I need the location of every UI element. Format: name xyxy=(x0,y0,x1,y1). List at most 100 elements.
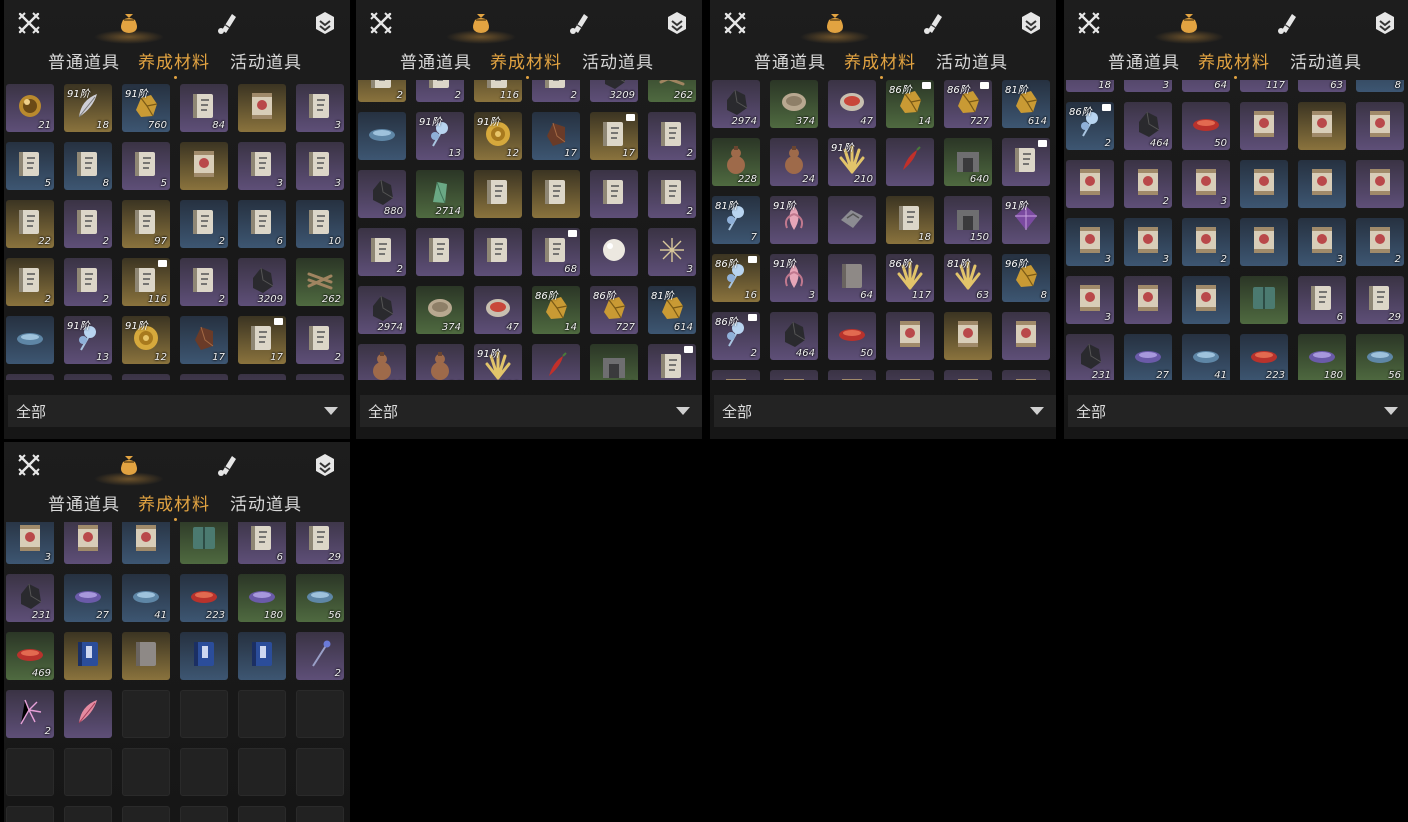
item-slot[interactable] xyxy=(828,370,876,380)
item-slot[interactable]: 262 xyxy=(648,80,696,102)
pouch-icon[interactable] xyxy=(800,8,870,44)
item-slot[interactable]: 18 xyxy=(886,196,934,244)
item-slot[interactable]: 86阶 727 xyxy=(590,286,638,334)
item-slot[interactable]: 3209 xyxy=(238,258,286,306)
item-slot[interactable] xyxy=(770,370,818,380)
item-slot[interactable]: 640 xyxy=(944,138,992,186)
filter-dropdown[interactable]: 全部 xyxy=(714,395,1056,427)
tab-1[interactable]: 养成材料 xyxy=(844,48,916,79)
item-slot[interactable]: 2 xyxy=(532,80,580,102)
item-slot[interactable]: 116 xyxy=(122,258,170,306)
badge-icon[interactable] xyxy=(1016,8,1046,38)
item-slot[interactable]: 116 xyxy=(474,80,522,102)
item-slot[interactable] xyxy=(180,142,228,190)
item-slot[interactable]: 231 xyxy=(6,574,54,622)
item-slot[interactable]: 2 xyxy=(296,316,344,364)
empty-slot[interactable] xyxy=(238,690,286,738)
pouch-icon[interactable] xyxy=(94,450,164,486)
item-slot[interactable] xyxy=(828,196,876,244)
tab-2[interactable]: 活动道具 xyxy=(1290,48,1362,73)
item-slot[interactable] xyxy=(886,138,934,186)
item-slot[interactable]: 374 xyxy=(770,80,818,128)
item-slot[interactable]: 47 xyxy=(474,286,522,334)
empty-slot[interactable] xyxy=(6,748,54,796)
filter-dropdown[interactable]: 全部 xyxy=(360,395,702,427)
item-slot[interactable]: 2974 xyxy=(712,80,760,128)
item-slot[interactable] xyxy=(238,632,286,680)
item-slot[interactable]: 91阶 3 xyxy=(770,254,818,302)
item-slot[interactable]: 2 xyxy=(1356,218,1404,266)
item-slot[interactable]: 3 xyxy=(238,142,286,190)
tab-1[interactable]: 养成材料 xyxy=(1198,48,1270,79)
tab-1[interactable]: 养成材料 xyxy=(138,48,210,79)
item-slot[interactable]: 228 xyxy=(712,138,760,186)
item-slot[interactable]: 262 xyxy=(296,258,344,306)
item-slot[interactable]: 3 xyxy=(296,84,344,132)
item-slot[interactable]: 29 xyxy=(296,522,344,564)
item-slot[interactable]: 10 xyxy=(296,200,344,248)
empty-slot[interactable] xyxy=(180,806,228,822)
item-slot[interactable] xyxy=(886,312,934,360)
item-slot[interactable]: 27 xyxy=(1124,334,1172,380)
item-slot[interactable]: 3 xyxy=(1298,218,1346,266)
item-slot[interactable]: 91阶210 xyxy=(474,344,522,380)
scroll-icon[interactable] xyxy=(918,8,948,38)
item-slot[interactable]: 117 xyxy=(1240,80,1288,92)
item-slot[interactable]: 91阶210 xyxy=(828,138,876,186)
item-slot[interactable]: 2 xyxy=(180,200,228,248)
item-slot[interactable]: 2 xyxy=(296,632,344,680)
item-slot[interactable]: 464 xyxy=(770,312,818,360)
item-slot[interactable]: 47 xyxy=(828,80,876,128)
item-slot[interactable]: 50 xyxy=(828,312,876,360)
item-slot[interactable]: 96阶 8 xyxy=(1002,254,1050,302)
tab-2[interactable]: 活动道具 xyxy=(230,48,302,73)
item-slot[interactable]: 2 xyxy=(1124,160,1172,208)
item-slot[interactable]: 8 xyxy=(1356,80,1404,92)
item-slot[interactable] xyxy=(1182,276,1230,324)
item-slot[interactable]: 24 xyxy=(770,138,818,186)
item-slot[interactable] xyxy=(590,228,638,276)
item-slot[interactable]: 469 xyxy=(6,632,54,680)
item-slot[interactable]: 17 xyxy=(238,316,286,364)
item-slot[interactable]: 2 xyxy=(358,80,406,102)
item-slot[interactable] xyxy=(1066,160,1114,208)
item-slot[interactable] xyxy=(944,312,992,360)
item-slot[interactable]: 3 xyxy=(648,228,696,276)
item-slot[interactable] xyxy=(1240,218,1288,266)
item-slot[interactable]: 81阶 7 xyxy=(712,196,760,244)
filter-dropdown[interactable]: 全部 xyxy=(1068,395,1408,427)
item-slot[interactable] xyxy=(1002,370,1050,380)
item-slot[interactable]: 2 xyxy=(6,690,54,738)
item-slot[interactable] xyxy=(64,374,112,380)
item-slot[interactable]: 68 xyxy=(532,228,580,276)
empty-slot[interactable] xyxy=(296,690,344,738)
item-slot[interactable]: 2 xyxy=(648,170,696,218)
pouch-icon[interactable] xyxy=(94,8,164,44)
item-slot[interactable]: 5 xyxy=(122,142,170,190)
item-slot[interactable] xyxy=(1298,160,1346,208)
filter-dropdown[interactable]: 全部 xyxy=(8,395,350,427)
crossed-swords-icon[interactable] xyxy=(14,8,44,38)
item-slot[interactable]: 86阶 2 xyxy=(1066,102,1114,150)
item-slot[interactable] xyxy=(1356,160,1404,208)
item-slot[interactable] xyxy=(532,344,580,380)
item-slot[interactable] xyxy=(180,522,228,564)
empty-slot[interactable] xyxy=(180,690,228,738)
item-slot[interactable] xyxy=(886,370,934,380)
item-slot[interactable]: 41 xyxy=(1182,334,1230,380)
item-slot[interactable] xyxy=(1240,102,1288,150)
empty-slot[interactable] xyxy=(122,806,170,822)
tab-2[interactable]: 活动道具 xyxy=(582,48,654,73)
item-slot[interactable] xyxy=(1240,276,1288,324)
item-slot[interactable]: 29 xyxy=(1356,276,1404,324)
item-slot[interactable]: 2974 xyxy=(358,286,406,334)
item-slot[interactable] xyxy=(1298,102,1346,150)
item-slot[interactable] xyxy=(712,370,760,380)
item-slot[interactable]: 2 xyxy=(64,200,112,248)
empty-slot[interactable] xyxy=(6,806,54,822)
item-slot[interactable]: 91阶 12 xyxy=(122,316,170,364)
item-slot[interactable]: 84 xyxy=(180,84,228,132)
empty-slot[interactable] xyxy=(238,806,286,822)
item-slot[interactable] xyxy=(122,374,170,380)
item-slot[interactable]: 41 xyxy=(122,574,170,622)
